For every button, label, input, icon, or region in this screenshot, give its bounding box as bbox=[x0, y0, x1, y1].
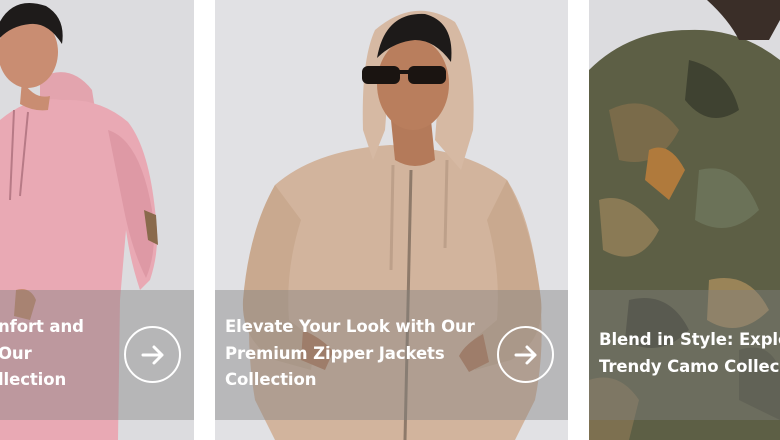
collection-title: Elevate Your Look with Our Premium Zippe… bbox=[225, 314, 475, 394]
view-collection-button[interactable] bbox=[497, 326, 554, 383]
arrow-right-icon bbox=[141, 345, 163, 364]
collection-carousel: nfort and Our llection Elevate Your Look… bbox=[0, 0, 780, 440]
collection-title-line: Premium Zipper Jackets bbox=[225, 343, 445, 363]
collection-title: nfort and Our llection bbox=[0, 314, 84, 394]
collection-title-line: Blend in Style: Explo bbox=[599, 330, 780, 349]
arrow-right-icon bbox=[514, 345, 536, 364]
collection-title-line: nfort and bbox=[0, 317, 84, 336]
collection-title: Blend in Style: Explo Trendy Camo Collec bbox=[599, 327, 780, 380]
collection-title-line: llection bbox=[0, 370, 67, 389]
collection-title-line: Elevate Your Look with Our bbox=[225, 317, 475, 336]
view-collection-button[interactable] bbox=[124, 326, 181, 383]
collection-title-line: Our bbox=[0, 343, 32, 363]
collection-card-zipper-jackets[interactable]: Elevate Your Look with Our Premium Zippe… bbox=[215, 0, 568, 440]
collection-card-camo[interactable]: Blend in Style: Explo Trendy Camo Collec bbox=[589, 0, 780, 440]
collection-card-comfort[interactable]: nfort and Our llection bbox=[0, 0, 194, 440]
collection-title-line: Collection bbox=[225, 370, 317, 389]
collection-title-line: Trendy Camo Collec bbox=[599, 356, 780, 376]
